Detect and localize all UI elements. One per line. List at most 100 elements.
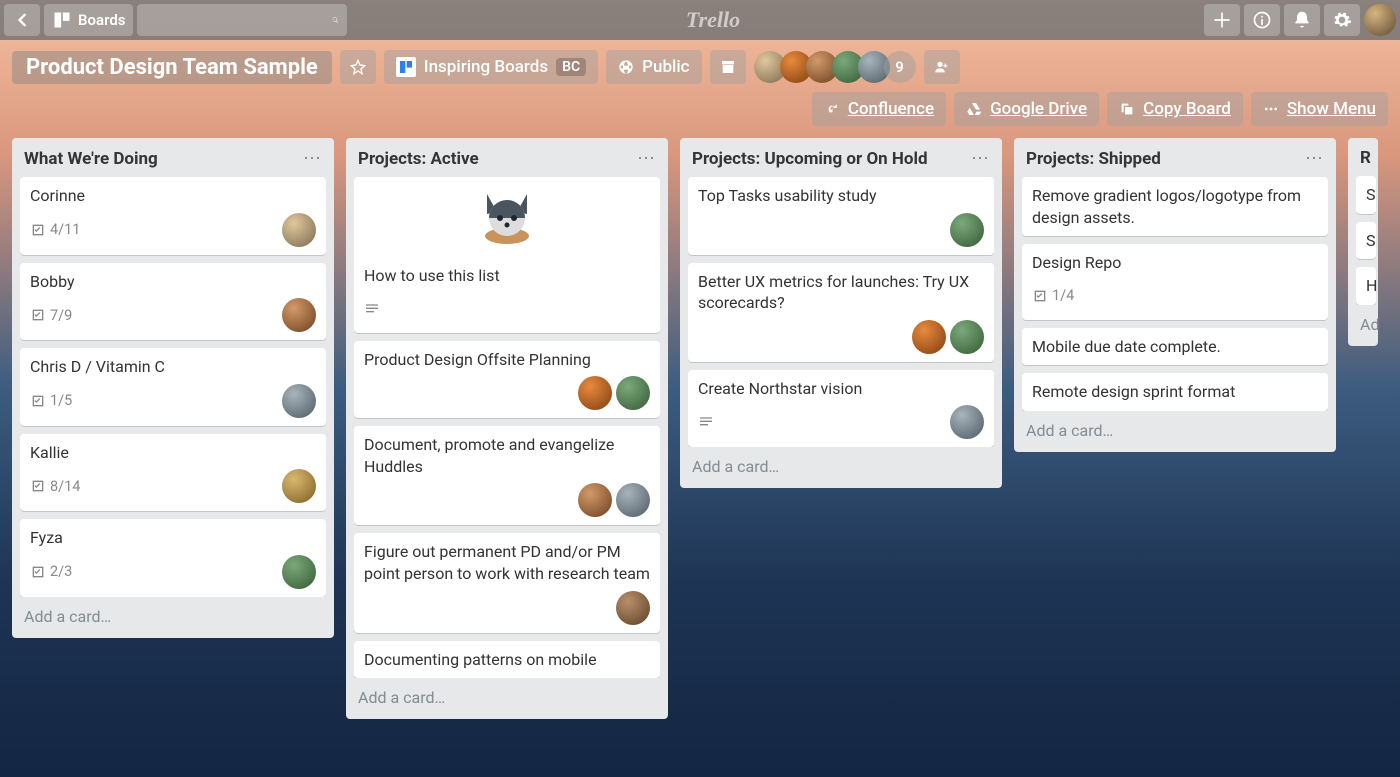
star-board-button[interactable]	[340, 50, 376, 84]
member-avatar[interactable]	[282, 555, 316, 589]
card[interactable]: Remove gradient logos/logotype from desi…	[1022, 177, 1328, 236]
card-meta: 2/3	[30, 555, 316, 589]
member-avatar[interactable]	[578, 376, 612, 410]
member-avatar[interactable]	[282, 298, 316, 332]
member-avatar[interactable]	[282, 213, 316, 247]
card[interactable]: Top Tasks usability study	[688, 177, 994, 255]
back-button[interactable]	[4, 4, 40, 36]
globe-icon	[618, 59, 634, 75]
trello-logo-icon	[660, 10, 680, 30]
back-icon	[12, 10, 32, 30]
list-menu-button[interactable]: ⋯	[637, 148, 656, 169]
member-avatar[interactable]	[950, 320, 984, 354]
list-header: Projects: Shipped ⋯	[1014, 138, 1336, 177]
board-canvas[interactable]: What We're Doing ⋯ Corinne4/11 Bobby7/9Chri…	[0, 132, 1400, 777]
list-menu-button[interactable]: ⋯	[971, 148, 990, 169]
invite-button[interactable]	[924, 50, 960, 84]
show-menu-button[interactable]: Show Menu	[1251, 92, 1388, 126]
board-header: Product Design Team Sample Inspiring Boa…	[0, 40, 1400, 132]
card[interactable]: Create Northstar vision	[688, 370, 994, 448]
member-avatar[interactable]	[282, 384, 316, 418]
user-avatar[interactable]	[1364, 4, 1396, 36]
card[interactable]: Product Design Offsite Planning	[354, 341, 660, 419]
card[interactable]: Documenting patterns on mobile	[354, 641, 660, 679]
add-card-button[interactable]: Add a card…	[680, 447, 1002, 488]
card[interactable]: How to use this list	[354, 177, 660, 333]
card[interactable]: Remote design sprint format	[1022, 373, 1328, 411]
settings-button[interactable]	[1324, 4, 1360, 36]
member-overflow[interactable]: 9	[884, 51, 916, 83]
card-members	[282, 555, 316, 589]
search-icon	[332, 10, 339, 30]
search-field[interactable]	[137, 4, 347, 36]
card[interactable]: Mobile due date complete.	[1022, 328, 1328, 366]
add-card-button[interactable]: Add a card…	[12, 597, 334, 638]
add-card-button[interactable]: Ad	[1348, 305, 1378, 346]
board-title[interactable]: Product Design Team Sample	[12, 51, 332, 84]
card[interactable]: S	[1356, 176, 1376, 214]
card-badges: 7/9	[30, 307, 72, 324]
create-button[interactable]	[1204, 4, 1240, 36]
workspace-tag: BC	[556, 58, 586, 76]
copy-board-button[interactable]: Copy Board	[1107, 92, 1243, 126]
boards-icon	[52, 10, 72, 30]
card[interactable]: S	[1356, 222, 1376, 260]
search-input[interactable]	[145, 12, 326, 28]
member-avatar[interactable]	[282, 469, 316, 503]
list-title[interactable]: What We're Doing	[24, 149, 158, 169]
archive-button[interactable]	[710, 50, 746, 84]
card-members	[912, 320, 984, 354]
notifications-button[interactable]	[1284, 4, 1320, 36]
info-button[interactable]	[1244, 4, 1280, 36]
member-avatar[interactable]	[578, 483, 612, 517]
visibility-button[interactable]: Public	[606, 50, 701, 84]
card-title: Create Northstar vision	[698, 378, 984, 400]
gdrive-button[interactable]: Google Drive	[954, 92, 1099, 126]
card[interactable]: H	[1356, 267, 1376, 305]
gdrive-label: Google Drive	[990, 99, 1087, 119]
member-avatar[interactable]	[616, 591, 650, 625]
list-header: R	[1348, 138, 1378, 176]
list-cards: SSH	[1348, 176, 1378, 305]
member-avatar[interactable]	[616, 483, 650, 517]
checklist-count: 2/3	[50, 563, 72, 580]
confluence-button[interactable]: Confluence	[812, 92, 946, 126]
list-header: Projects: Active ⋯	[346, 138, 668, 177]
card[interactable]: Fyza2/3	[20, 519, 326, 597]
card-title: Mobile due date complete.	[1032, 336, 1318, 358]
card[interactable]: Design Repo1/4	[1022, 244, 1328, 320]
card[interactable]: Kallie8/14	[20, 434, 326, 512]
card-title: Figure out permanent PD and/or PM point …	[364, 541, 650, 584]
list-title[interactable]: R	[1360, 148, 1371, 168]
workspace-button[interactable]: Inspiring Boards BC	[384, 50, 598, 84]
add-card-button[interactable]: Add a card…	[346, 678, 668, 719]
card[interactable]: Figure out permanent PD and/or PM point …	[354, 533, 660, 632]
checklist-icon	[30, 564, 46, 580]
card-badges: 1/5	[30, 392, 72, 409]
member-avatar[interactable]	[950, 213, 984, 247]
app-logo[interactable]: Trello	[660, 7, 740, 33]
card[interactable]: Bobby7/9	[20, 263, 326, 341]
card[interactable]: Chris D / Vitamin C1/5	[20, 348, 326, 426]
list-title[interactable]: Projects: Upcoming or On Hold	[692, 149, 928, 169]
board-members[interactable]: 9	[754, 51, 916, 83]
list: RSSHAd	[1348, 138, 1378, 346]
checklist-badge: 8/14	[30, 478, 80, 495]
card-members	[282, 469, 316, 503]
list-title[interactable]: Projects: Active	[358, 149, 479, 169]
confluence-icon	[824, 101, 840, 117]
boards-button[interactable]: Boards	[44, 4, 133, 36]
member-avatar[interactable]	[912, 320, 946, 354]
add-card-button[interactable]: Add a card…	[1014, 411, 1336, 452]
card-meta	[698, 320, 984, 354]
list-menu-button[interactable]: ⋯	[303, 148, 322, 169]
card-badges: 8/14	[30, 478, 80, 495]
card[interactable]: Corinne4/11	[20, 177, 326, 255]
list-title[interactable]: Projects: Shipped	[1026, 149, 1161, 169]
card[interactable]: Better UX metrics for launches: Try UX s…	[688, 263, 994, 362]
card[interactable]: Document, promote and evangelize Huddles	[354, 426, 660, 525]
card-meta: 7/9	[30, 298, 316, 332]
member-avatar[interactable]	[616, 376, 650, 410]
member-avatar[interactable]	[950, 405, 984, 439]
list-menu-button[interactable]: ⋯	[1305, 148, 1324, 169]
